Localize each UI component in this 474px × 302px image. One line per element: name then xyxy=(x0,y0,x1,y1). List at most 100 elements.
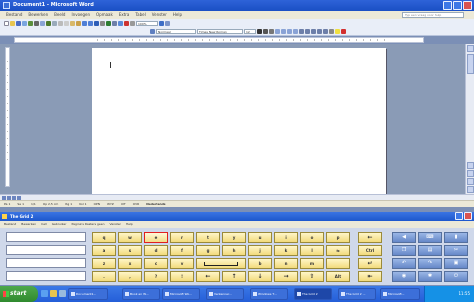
key-v[interactable]: v xyxy=(170,258,194,269)
bold-icon[interactable] xyxy=(257,29,262,34)
speak-button[interactable]: ◉ xyxy=(392,271,416,282)
next-page-icon[interactable] xyxy=(467,178,474,185)
key-s[interactable]: s xyxy=(118,245,142,256)
key-u[interactable]: u xyxy=(248,232,272,243)
taskbar-item-2[interactable]: Book en W... xyxy=(122,288,160,300)
spelling-icon[interactable] xyxy=(46,21,51,26)
undo-button[interactable]: ↶ xyxy=(392,258,416,269)
home-key[interactable]: ⇤ xyxy=(358,271,382,282)
key-k[interactable]: k xyxy=(274,245,298,256)
maximize-button[interactable] xyxy=(453,1,462,10)
scroll-up-icon[interactable] xyxy=(467,45,474,52)
copy-button[interactable]: ❐ xyxy=(392,245,416,256)
border-icon[interactable] xyxy=(329,29,334,34)
style-select[interactable]: Normaal xyxy=(156,29,196,34)
exit-button[interactable]: ⏻ xyxy=(444,271,468,282)
osk-menu-pages[interactable]: Pagina's Rasters geen xyxy=(72,221,105,228)
paste-button[interactable]: ▤ xyxy=(418,245,442,256)
excel-icon[interactable] xyxy=(106,21,111,26)
taskbar-item-7[interactable]: The Grid 2 ... xyxy=(338,288,376,300)
key-q[interactable]: q xyxy=(92,232,116,243)
key-w[interactable]: w xyxy=(118,232,142,243)
align-left-icon[interactable] xyxy=(275,29,280,34)
document-page[interactable] xyxy=(92,48,386,194)
align-center-icon[interactable] xyxy=(281,29,286,34)
taskbar-item-8[interactable]: Microsoft... xyxy=(380,288,420,300)
table-icon[interactable] xyxy=(100,21,105,26)
word-titlebar[interactable]: Document1 - Microsoft Word xyxy=(0,0,474,11)
help-search-input[interactable]: Typ een vraag voor hulp xyxy=(402,12,464,18)
taskbar-item-6[interactable]: The Grid 2 xyxy=(294,288,332,300)
highlight-icon[interactable] xyxy=(335,29,340,34)
menu-view[interactable]: Beeld xyxy=(54,11,65,19)
research-icon[interactable] xyxy=(52,21,57,26)
prev-page-icon[interactable] xyxy=(467,162,474,169)
redo-button[interactable]: ↷ xyxy=(418,258,442,269)
status-rec[interactable]: OPN xyxy=(94,201,100,208)
arrow-down-key[interactable]: ↓ xyxy=(248,271,272,282)
prediction-box-3[interactable] xyxy=(6,258,86,268)
key-exclamation[interactable]: ! xyxy=(170,271,194,282)
redo-icon[interactable] xyxy=(88,21,93,26)
key-c[interactable]: c xyxy=(144,258,168,269)
bullets-icon[interactable] xyxy=(311,29,316,34)
open-folder-icon[interactable] xyxy=(10,21,15,26)
vertical-ruler[interactable] xyxy=(5,47,10,187)
enter-key[interactable]: ↵ xyxy=(358,258,382,269)
osk-menu-edit[interactable]: Bewerken xyxy=(21,221,36,228)
clock[interactable]: 11:55 xyxy=(458,291,470,296)
browse-object-icon[interactable] xyxy=(467,170,474,177)
osk-menu-cell[interactable]: Cell xyxy=(41,221,47,228)
print-icon[interactable] xyxy=(34,21,39,26)
mouse-button[interactable]: ▮ xyxy=(444,232,468,243)
read-icon[interactable] xyxy=(165,21,170,26)
scroll-down-icon[interactable] xyxy=(467,186,474,193)
osk-menu-user[interactable]: Gebruiker xyxy=(52,221,67,228)
styles-icon[interactable] xyxy=(150,29,155,34)
key-i[interactable]: i xyxy=(274,232,298,243)
osk-menu-window[interactable]: Venster xyxy=(110,221,121,228)
osk-close-button[interactable] xyxy=(464,212,472,220)
key-period[interactable]: . xyxy=(92,271,116,282)
key-y[interactable]: y xyxy=(222,232,246,243)
alt-key[interactable]: Alt xyxy=(326,271,350,282)
menu-help[interactable]: Help xyxy=(173,11,182,19)
key-n[interactable]: n xyxy=(274,258,298,269)
taskbar-item-1[interactable]: Document1... xyxy=(68,288,108,300)
key-o[interactable]: o xyxy=(300,232,324,243)
permission-icon[interactable] xyxy=(22,21,27,26)
key-a[interactable]: a xyxy=(92,245,116,256)
save-icon[interactable] xyxy=(16,21,21,26)
columns-icon[interactable] xyxy=(112,21,117,26)
ctrl-key[interactable]: Ctrl xyxy=(358,245,382,256)
menu-table[interactable]: Tabel xyxy=(135,11,145,19)
arrow-left-key[interactable]: ← xyxy=(196,271,220,282)
osk-menu-help[interactable]: Help xyxy=(126,221,133,228)
menu-insert[interactable]: Invoegen xyxy=(71,11,90,19)
shift-key[interactable]: ⇧ xyxy=(300,271,324,282)
key-l[interactable]: l xyxy=(300,245,324,256)
key-f[interactable]: f xyxy=(170,245,194,256)
blank-key[interactable] xyxy=(326,258,350,269)
key-b[interactable]: b xyxy=(248,258,272,269)
taskbar-item-4[interactable]: Verkenner... xyxy=(206,288,244,300)
key-question[interactable]: ? xyxy=(144,271,168,282)
help-icon[interactable] xyxy=(159,21,164,26)
font-color-icon[interactable] xyxy=(341,29,346,34)
key-p[interactable]: p xyxy=(326,232,350,243)
keyboard-switch-button[interactable]: ⌨ xyxy=(418,232,442,243)
key-h[interactable]: h xyxy=(222,245,246,256)
tab-key[interactable]: ⇆ xyxy=(326,245,350,256)
prediction-box-2[interactable] xyxy=(6,245,86,255)
align-right-icon[interactable] xyxy=(287,29,292,34)
page-back-button[interactable]: ◀ xyxy=(392,232,416,243)
scroll-thumb[interactable] xyxy=(467,54,474,74)
key-d[interactable]: d xyxy=(144,245,168,256)
cut-button[interactable]: ✂ xyxy=(444,245,468,256)
key-t[interactable]: t xyxy=(196,232,220,243)
arrow-right-key[interactable]: → xyxy=(274,271,298,282)
show-hide-icon[interactable] xyxy=(130,21,135,26)
settings-button[interactable]: ✱ xyxy=(418,271,442,282)
status-trk[interactable]: WYZ xyxy=(107,201,114,208)
taskbar-item-3[interactable]: Microsoft Wo... xyxy=(162,288,200,300)
